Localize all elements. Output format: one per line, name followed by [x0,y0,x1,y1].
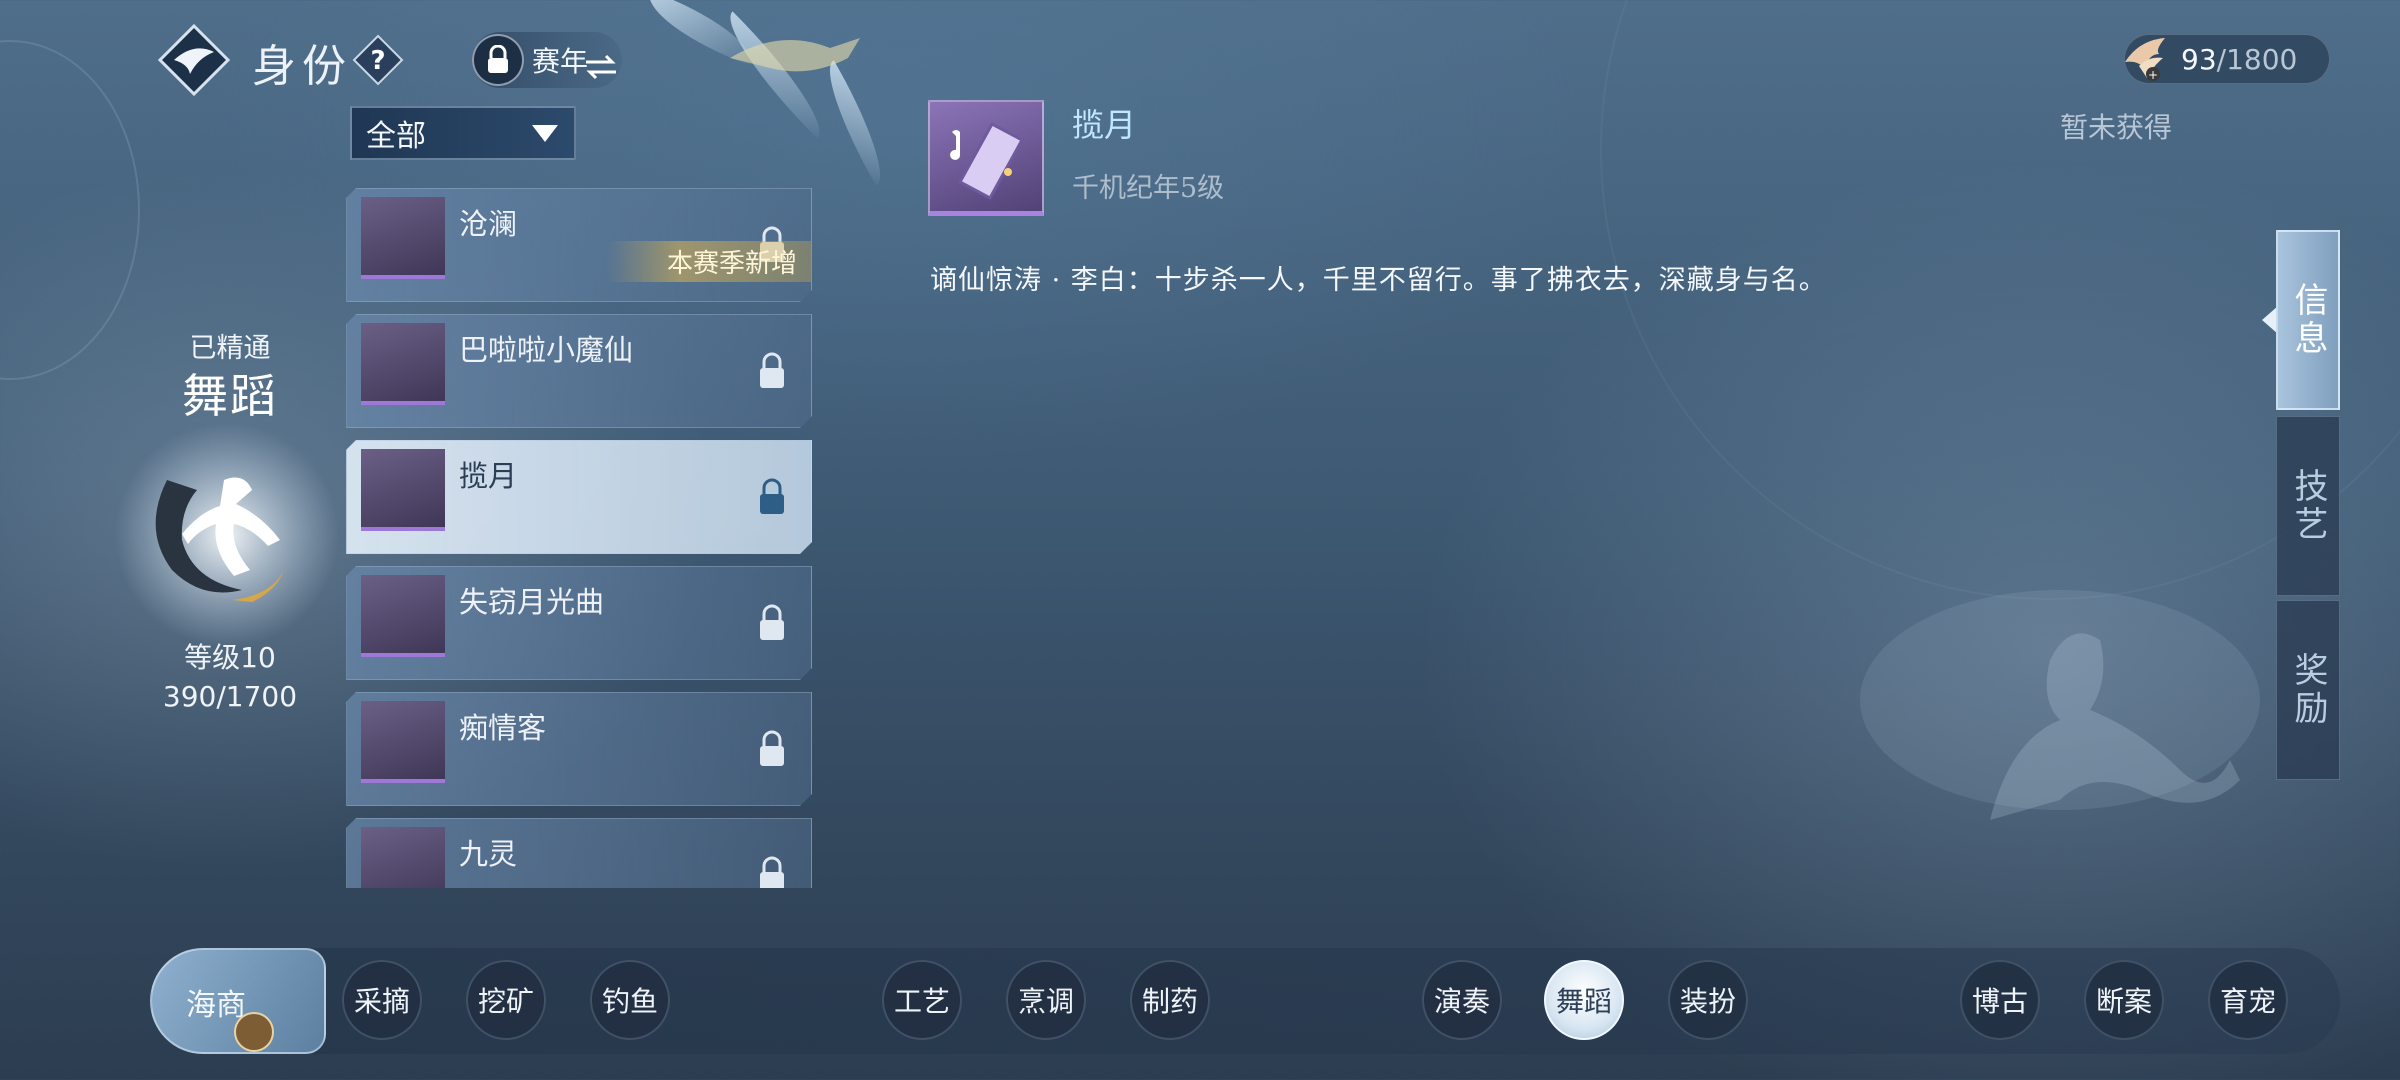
decorative-ring [0,40,140,380]
filter-label: 全部 [366,119,426,154]
tab-info[interactable]: 信息 [2276,230,2340,410]
category-button-mining[interactable]: 挖矿 [466,960,546,1040]
tab-rewards[interactable]: 奖励 [2276,600,2340,780]
detail-description: 谪仙惊涛 · 李白：十步杀一人，千里不留行。事了拂衣去，深藏身与名。 [930,265,1827,296]
detail-requirement: 千机纪年5级 [1072,173,1225,204]
list-item[interactable]: 痴情客 [346,692,812,806]
filter-dropdown[interactable]: 全部 [350,106,576,160]
currency-counter[interactable]: + 93 /1800 [2124,34,2330,84]
padlock-icon [757,729,787,769]
help-glyph: ? [370,46,385,76]
lock-icon [472,34,524,86]
item-name: 痴情客 [459,711,547,745]
acquire-status: 暂未获得 [2060,111,2173,144]
season-label: 赛年 [532,45,589,78]
bird-icon: + [2125,38,2165,82]
dancer-icon [115,423,339,647]
category-button-medicine[interactable]: 制药 [1130,960,1210,1040]
padlock-icon [757,477,787,517]
music-book-icon [928,100,1044,216]
list-item-selected[interactable]: 揽月 [346,440,812,554]
category-button-performance[interactable]: 演奏 [1422,960,1502,1040]
category-button-cooking[interactable]: 烹调 [1006,960,1086,1040]
tab-skills[interactable]: 技艺 [2276,416,2340,596]
music-book-glyph [950,121,1025,201]
new-season-badge: 本赛季新增 [607,241,811,282]
question-icon[interactable]: ? [352,34,404,86]
item-thumbnail [361,449,445,531]
item-name: 沧澜 [459,207,518,241]
item-thumbnail [361,827,445,888]
padlock-icon [757,855,787,888]
swap-arrows-icon [586,54,617,80]
triangle-down-icon [532,125,558,142]
svg-text:+: + [2148,68,2158,82]
list-item[interactable]: 巴啦啦小魔仙 [346,314,812,428]
category-button-antiques[interactable]: 博古 [1960,960,2040,1040]
page-title: 身份 [252,41,352,92]
item-name: 九灵 [459,837,518,871]
item-thumbnail [361,575,445,657]
item-thumbnail [361,701,445,783]
mastery-name: 舞蹈 [182,369,278,423]
category-button-dance[interactable]: 舞蹈 [1544,960,1624,1040]
season-toggle-button[interactable]: 赛年 [472,32,622,88]
pouch-icon [234,1012,274,1052]
mastery-xp: 390/1700 [162,680,298,713]
skill-list[interactable]: 沧澜 本赛季新增 巴啦啦小魔仙 揽月 失窃月光曲 痴情客 九灵 [346,188,814,888]
list-item[interactable]: 失窃月光曲 [346,566,812,680]
maiden-silhouette [1860,590,2260,820]
bird-decoration [730,38,860,72]
item-name: 巴啦啦小魔仙 [459,333,634,367]
padlock-icon [757,603,787,643]
padlock-icon [757,351,787,391]
category-button-fishing[interactable]: 钓鱼 [590,960,670,1040]
diamond-swallow-icon[interactable] [158,24,230,96]
item-thumbnail [361,197,445,279]
item-name: 揽月 [459,459,518,493]
item-thumbnail [361,323,445,405]
list-item[interactable]: 九灵 [346,818,812,888]
category-button-picking[interactable]: 采摘 [342,960,422,1040]
category-button-pets[interactable]: 育宠 [2208,960,2288,1040]
list-item[interactable]: 沧澜 本赛季新增 [346,188,812,302]
currency-max: /1800 [2216,42,2298,76]
mastery-level: 等级10 [184,641,276,674]
currency-value: 93 [2181,42,2217,76]
detail-title: 揽月 [1072,106,1137,144]
item-name: 失窃月光曲 [459,585,605,619]
category-main-label: 海商 [186,988,246,1023]
category-button-casework[interactable]: 断案 [2084,960,2164,1040]
category-button-dressup[interactable]: 装扮 [1668,960,1748,1040]
category-button-craft[interactable]: 工艺 [882,960,962,1040]
